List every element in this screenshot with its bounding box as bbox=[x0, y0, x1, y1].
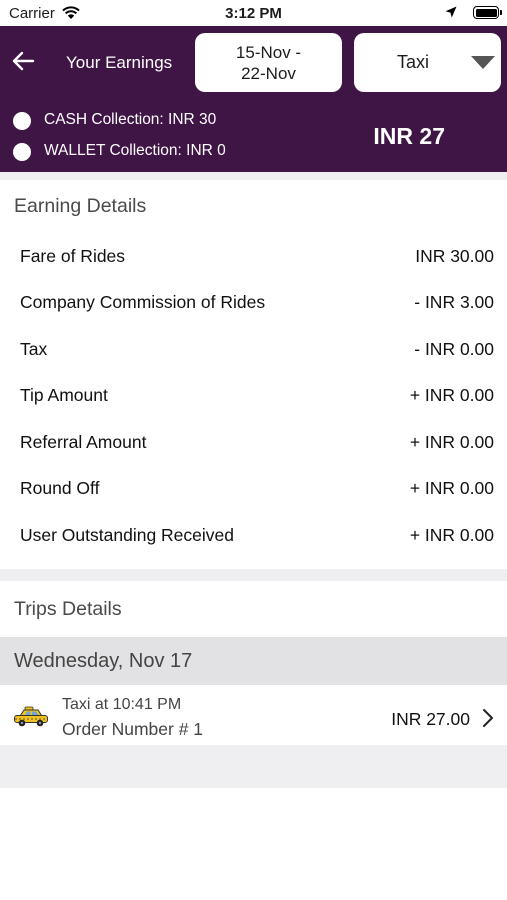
vehicle-type-value: Taxi bbox=[396, 52, 429, 72]
date-range-end: 22-Nov bbox=[241, 63, 296, 83]
list-footer bbox=[0, 745, 507, 788]
chevron-right-icon[interactable] bbox=[482, 708, 494, 728]
earning-row: Tip Amount + INR 0.00 bbox=[0, 381, 507, 409]
earning-row-label: Round Off bbox=[20, 478, 100, 498]
day-header: Wednesday, Nov 17 bbox=[0, 637, 507, 685]
earnings-header: Your Earnings 15-Nov - 22-Nov Taxi CASH … bbox=[0, 26, 507, 172]
earning-row: Fare of Rides INR 30.00 bbox=[0, 242, 507, 270]
earning-details-title: Earning Details bbox=[14, 195, 147, 217]
earning-row-label: Tax bbox=[20, 339, 48, 359]
earning-row-label: User Outstanding Received bbox=[20, 525, 234, 545]
total-earnings: INR 27 bbox=[373, 123, 445, 149]
earning-row-value: - INR 0.00 bbox=[414, 339, 494, 359]
date-range-button[interactable]: 15-Nov - 22-Nov bbox=[195, 33, 342, 92]
earning-row-label: Fare of Rides bbox=[20, 246, 126, 266]
trip-time: Taxi at 10:41 PM bbox=[62, 696, 182, 713]
earning-row-value: - INR 3.00 bbox=[414, 292, 494, 312]
back-arrow-icon[interactable] bbox=[10, 48, 36, 74]
earning-row: Referral Amount + INR 0.00 bbox=[0, 428, 507, 456]
section-divider bbox=[0, 569, 507, 581]
location-arrow-icon bbox=[445, 6, 457, 18]
cash-collection-label: CASH Collection: INR 30 bbox=[44, 111, 217, 128]
earning-row: User Outstanding Received + INR 0.00 bbox=[0, 521, 507, 549]
battery-icon bbox=[473, 6, 502, 19]
status-time: 3:12 PM bbox=[225, 5, 282, 22]
date-range-start: 15-Nov - bbox=[235, 42, 302, 62]
earning-row: Tax - INR 0.00 bbox=[0, 335, 507, 363]
earning-row-value: + INR 0.00 bbox=[409, 478, 494, 498]
trip-amount: INR 27.00 bbox=[391, 709, 470, 729]
earning-row-label: Company Commission of Rides bbox=[20, 292, 266, 312]
earning-row: Round Off + INR 0.00 bbox=[0, 474, 507, 502]
trip-order-number: Order Number # 1 bbox=[62, 719, 204, 739]
vehicle-type-dropdown[interactable]: Taxi bbox=[354, 33, 501, 92]
caret-down-icon bbox=[471, 56, 495, 69]
radio-dot-icon bbox=[13, 112, 31, 130]
earning-row-value: + INR 0.00 bbox=[409, 432, 494, 452]
earning-row-value: + INR 0.00 bbox=[409, 385, 494, 405]
earning-row-label: Tip Amount bbox=[20, 385, 108, 405]
earning-row-value: + INR 0.00 bbox=[409, 525, 494, 545]
wallet-collection-label: WALLET Collection: INR 0 bbox=[44, 142, 226, 159]
status-bar: Carrier 3:12 PM bbox=[0, 0, 507, 26]
earning-row: Company Commission of Rides - INR 3.00 bbox=[0, 288, 507, 316]
day-label: Wednesday, Nov 17 bbox=[14, 650, 193, 672]
section-divider bbox=[0, 172, 507, 180]
trips-details-title: Trips Details bbox=[14, 598, 122, 620]
earning-row-label: Referral Amount bbox=[20, 432, 147, 452]
radio-dot-icon bbox=[13, 143, 31, 161]
earning-row-value: INR 30.00 bbox=[415, 246, 494, 266]
trip-row[interactable]: Taxi at 10:41 PM Order Number # 1 INR 27… bbox=[0, 686, 507, 744]
page-title: Your Earnings bbox=[66, 53, 173, 72]
taxi-icon bbox=[14, 706, 48, 727]
